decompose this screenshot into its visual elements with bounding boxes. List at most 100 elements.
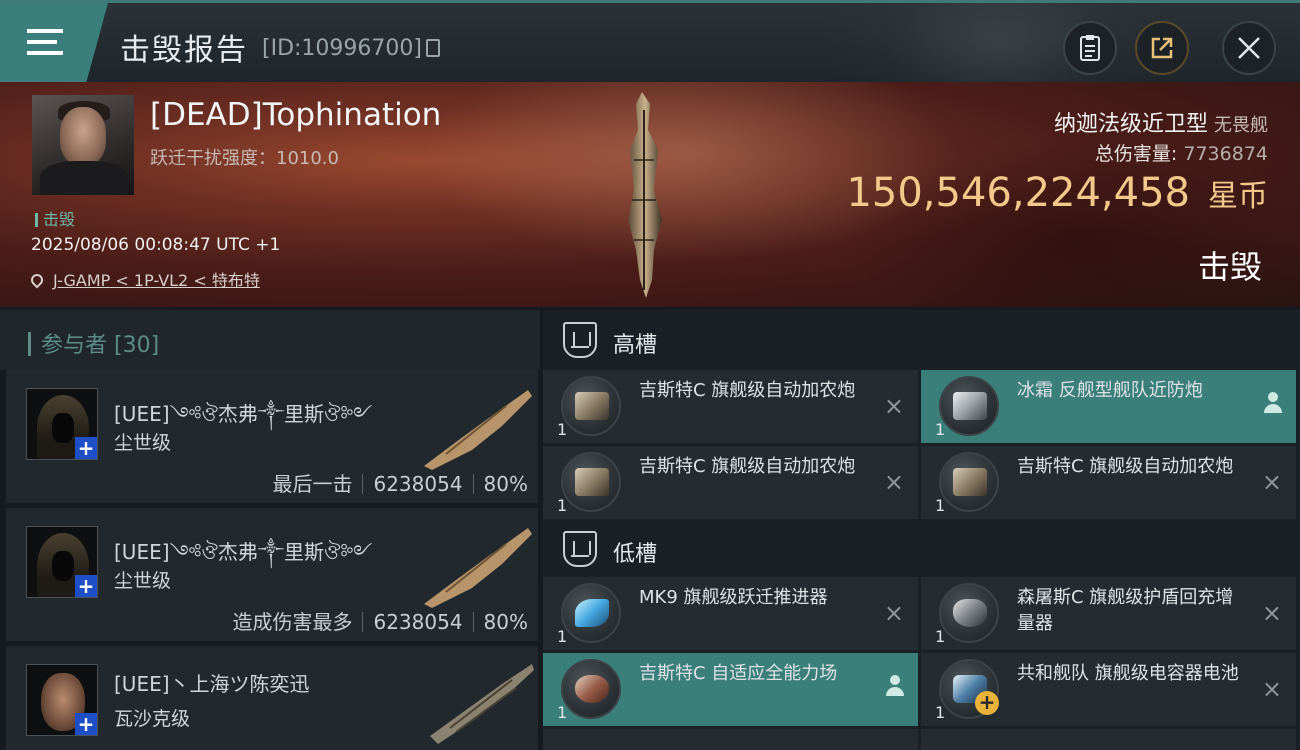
module-quantity: 1 bbox=[935, 703, 946, 722]
high-slot-icon bbox=[563, 322, 597, 358]
module-item[interactable]: 1 MK9 旗舰级跃迁推进器 × bbox=[543, 577, 918, 650]
module-item[interactable]: 1 吉斯特C 旗舰级自动加农炮 × bbox=[921, 446, 1296, 519]
module-item[interactable]: 1 吉斯特C 旗舰级自动加农炮 × bbox=[543, 370, 918, 443]
total-damage-label: 总伤害量: bbox=[1094, 143, 1178, 165]
participants-header: 参与者 [30] bbox=[0, 310, 540, 370]
share-button[interactable] bbox=[1135, 21, 1189, 75]
ship-name: 纳迦法级近卫型 bbox=[1053, 112, 1208, 137]
total-damage: 总伤害量: 7736874 bbox=[1095, 139, 1268, 166]
clipboard-button[interactable] bbox=[1063, 21, 1117, 75]
module-item-partial[interactable] bbox=[921, 729, 1296, 750]
participants-title: 参与者 [30] bbox=[28, 327, 159, 359]
participant-name: [UEE]丶上海ツ陈奕迅 bbox=[114, 672, 310, 696]
autocannon-icon bbox=[939, 452, 999, 512]
fitting-panel: 高槽 1 吉斯特C 旗舰级自动加农炮 × 1 冰霜 反舰型舰队近防炮 1 吉斯特… bbox=[543, 310, 1300, 750]
adaptive-field-icon bbox=[561, 659, 621, 719]
report-id[interactable]: [ID:10996700] bbox=[262, 36, 440, 61]
isk-value: 150,546,224,458 星币 bbox=[846, 170, 1268, 216]
participant-avatar[interactable]: + bbox=[26, 526, 98, 598]
participant-damage: 6238054 bbox=[373, 610, 463, 634]
module-name: 共和舰队 旗舰级电容器电池 bbox=[1017, 663, 1239, 684]
module-quantity: 1 bbox=[557, 627, 568, 646]
share-export-icon bbox=[1151, 37, 1173, 59]
menu-button[interactable] bbox=[0, 3, 108, 82]
module-name: 森屠斯C 旗舰级护盾回充增量器 bbox=[1017, 587, 1234, 634]
autocannon-icon bbox=[561, 376, 621, 436]
participant-ship-image bbox=[424, 528, 532, 608]
participant-ship: 瓦沙克级 bbox=[114, 708, 191, 730]
victim-name[interactable]: [DEAD]Tophination bbox=[150, 97, 441, 133]
shield-booster-icon bbox=[939, 583, 999, 643]
low-slots-title: 低槽 bbox=[613, 542, 658, 567]
portrait-body bbox=[40, 161, 128, 195]
ship-type[interactable]: 纳迦法级近卫型 无畏舰 bbox=[1054, 106, 1268, 138]
participant-percent: 80% bbox=[483, 610, 528, 634]
warp-drive-icon bbox=[561, 583, 621, 643]
copy-icon[interactable] bbox=[425, 39, 440, 57]
module-name: 冰霜 反舰型舰队近防炮 bbox=[1017, 380, 1203, 401]
module-item[interactable]: 1 吉斯特C 旗舰级自动加农炮 × bbox=[543, 446, 918, 519]
module-quantity: 1 bbox=[935, 496, 946, 515]
add-contact-icon[interactable]: + bbox=[75, 575, 97, 597]
participant-stats: 最后一击 6238054 80% bbox=[272, 468, 528, 497]
participant-ship: 尘世级 bbox=[114, 570, 172, 592]
module-quantity: 1 bbox=[935, 627, 946, 646]
participant-row[interactable]: + [UEE]༺ঔ杰弗༒里斯ঔ༻ 尘世级 造成伤害最多 6238054 80% bbox=[6, 508, 538, 642]
participant-stats: 造成伤害最多 6238054 80% bbox=[232, 606, 528, 635]
module-item[interactable]: 1 森屠斯C 旗舰级护盾回充增量器 × bbox=[921, 577, 1296, 650]
participant-damage: 6238054 bbox=[373, 472, 463, 496]
destroyed-icon: × bbox=[1261, 468, 1282, 496]
title-bar: 击毁报告 [ID:10996700] bbox=[0, 0, 1300, 82]
destroyed-icon: × bbox=[883, 468, 904, 496]
close-icon bbox=[1238, 37, 1260, 59]
participant-row[interactable]: + [UEE]༺ঔ杰弗༒里斯ঔ༻ 尘世级 最后一击 6238054 80% bbox=[6, 370, 538, 504]
plus-icon: + bbox=[975, 691, 999, 715]
module-name: 吉斯特C 旗舰级自动加农炮 bbox=[639, 380, 856, 401]
report-id-text: [ID:10996700] bbox=[262, 36, 422, 61]
ship-class: 无畏舰 bbox=[1214, 115, 1268, 136]
dropped-person-icon bbox=[886, 675, 904, 697]
module-quantity: 1 bbox=[935, 420, 946, 439]
autocannon-icon bbox=[561, 452, 621, 512]
location-pin-icon bbox=[28, 271, 46, 289]
module-name: MK9 旗舰级跃迁推进器 bbox=[639, 587, 828, 608]
destroyed-icon: × bbox=[883, 599, 904, 627]
module-name: 吉斯特C 自适应全能力场 bbox=[639, 663, 838, 684]
module-item[interactable]: 1 吉斯特C 自适应全能力场 bbox=[543, 653, 918, 726]
high-slots-header: 高槽 bbox=[543, 310, 1300, 370]
module-quantity: 1 bbox=[557, 703, 568, 722]
destroyed-icon: × bbox=[1261, 675, 1282, 703]
warp-disruption-strength: 跃迁干扰强度：1010.0 bbox=[150, 148, 339, 169]
location-link[interactable]: J-GAMP < 1P-VL2 < 特布特 bbox=[53, 271, 260, 290]
module-quantity: 1 bbox=[557, 496, 568, 515]
participant-ship-image bbox=[430, 664, 534, 744]
module-item[interactable]: + 1 共和舰队 旗舰级电容器电池 × bbox=[921, 653, 1296, 726]
isk-amount: 150,546,224,458 bbox=[846, 170, 1190, 216]
high-slots-title: 高槽 bbox=[613, 333, 658, 358]
participant-role: 最后一击 bbox=[272, 472, 353, 496]
module-item[interactable]: 1 冰霜 反舰型舰队近防炮 bbox=[921, 370, 1296, 443]
close-button[interactable] bbox=[1222, 21, 1276, 75]
add-contact-icon[interactable]: + bbox=[75, 713, 97, 735]
participant-avatar[interactable]: + bbox=[26, 664, 98, 736]
low-slot-icon bbox=[563, 531, 597, 567]
participant-percent: 80% bbox=[483, 472, 528, 496]
add-contact-icon[interactable]: + bbox=[75, 437, 97, 459]
low-slots-header: 低槽 bbox=[543, 519, 1300, 579]
capacitor-battery-icon: + bbox=[939, 659, 999, 719]
kill-tag: 击毁 bbox=[35, 206, 75, 230]
destroyed-icon: × bbox=[1261, 599, 1282, 627]
module-name: 吉斯特C 旗舰级自动加农炮 bbox=[1017, 456, 1234, 477]
module-item-partial[interactable] bbox=[543, 729, 918, 750]
dropped-person-icon bbox=[1264, 392, 1282, 414]
victim-portrait[interactable] bbox=[32, 95, 134, 195]
participant-row[interactable]: + [UEE]丶上海ツ陈奕迅 瓦沙克级 bbox=[6, 646, 538, 750]
header-decoration bbox=[820, 3, 1180, 82]
kill-location[interactable]: J-GAMP < 1P-VL2 < 特布特 bbox=[28, 267, 260, 291]
module-quantity: 1 bbox=[557, 420, 568, 439]
victim-ship-image[interactable] bbox=[614, 90, 674, 300]
participant-ship: 尘世级 bbox=[114, 432, 172, 454]
point-defense-icon bbox=[939, 376, 999, 436]
clipboard-icon bbox=[1080, 35, 1100, 61]
participant-avatar[interactable]: + bbox=[26, 388, 98, 460]
